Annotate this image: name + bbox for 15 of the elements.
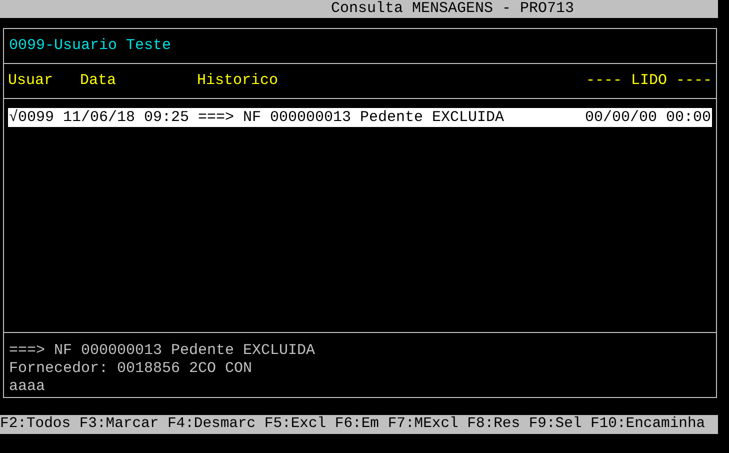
- read-date-cell: 00/00/00 00:00: [584, 108, 711, 126]
- message-row[interactable]: √0099 11/06/18 09:25 ===> NF 000000013 Pedente EXCLUIDA 00/00/00 00:00: [8, 108, 712, 127]
- column-header: Historico: [197, 72, 280, 90]
- window-title: Consulta MENSAGENS - PRO713: [331, 0, 574, 17]
- detail-line: aaaa: [9, 378, 46, 396]
- column-header: Usuar: [8, 72, 54, 90]
- date-cell-text: 11/06/18 09:25: [63, 108, 190, 126]
- column-header: ---- LIDO ----: [586, 72, 712, 90]
- user-cell-text: √0099: [9, 108, 56, 126]
- history-cell-text: ===> NF 000000013 Pedente EXCLUIDA: [198, 108, 506, 126]
- user-name: 0099-Usuario Teste: [9, 37, 172, 55]
- detail-line: ===> NF 000000013 Pedente EXCLUIDA: [9, 342, 316, 360]
- detail-line: Fornecedor: 0018856 2CO CON: [9, 360, 254, 378]
- column-header: Data: [79, 72, 118, 90]
- function-key-bar: F2:Todos F3:Marcar F4:Desmarc F5:Excl F6:Em F7:MExcl F8:Res F9:Sel F10:Encaminha: [0, 415, 718, 434]
